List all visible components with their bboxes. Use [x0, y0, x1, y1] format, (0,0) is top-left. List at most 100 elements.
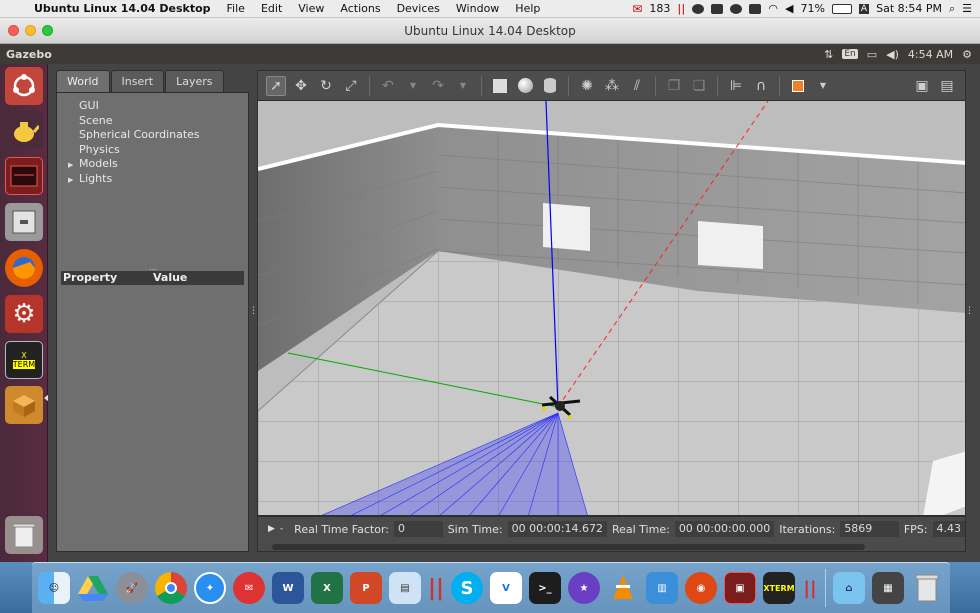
gazebo-teapot-icon[interactable]: [5, 111, 43, 149]
scale-mode-icon[interactable]: ⤢: [341, 76, 361, 96]
undo-dropdown-icon[interactable]: ▼: [403, 76, 423, 96]
google-drive-icon[interactable]: [77, 572, 109, 604]
horizontal-scrollbar[interactable]: [272, 544, 865, 550]
mail-icon[interactable]: ✉: [632, 2, 642, 16]
volume-icon[interactable]: ◀: [785, 2, 793, 15]
ubuntu-clock[interactable]: 4:54 AM: [908, 48, 953, 61]
vm-xterm-icon[interactable]: XTERM: [763, 572, 795, 604]
log-icon[interactable]: ▤: [937, 76, 957, 96]
menu-app-name[interactable]: Ubuntu Linux 14.04 Desktop: [26, 2, 219, 15]
network-icon[interactable]: ⇅: [824, 48, 833, 61]
menu-help[interactable]: Help: [507, 2, 548, 15]
directional-light-icon[interactable]: ⫽: [627, 76, 647, 96]
applications-folder-icon[interactable]: ⌂: [833, 572, 865, 604]
dash-home-icon[interactable]: [5, 67, 43, 105]
creative-cloud-icon[interactable]: [692, 3, 705, 14]
spot-light-icon[interactable]: ⁂: [602, 76, 622, 96]
virtualbox-box-icon[interactable]: [5, 386, 43, 424]
menu-actions[interactable]: Actions: [332, 2, 388, 15]
mail-app-icon[interactable]: ✉: [233, 572, 265, 604]
menu-window[interactable]: Window: [448, 2, 507, 15]
finder-icon[interactable]: ☺: [38, 572, 70, 604]
wifi-icon[interactable]: ◠: [768, 2, 778, 15]
cylinder-shape-icon[interactable]: [540, 76, 560, 96]
tree-item-lights[interactable]: Lights: [68, 172, 248, 187]
time-machine-icon[interactable]: [730, 3, 743, 14]
battery-icon-ubuntu[interactable]: ▭: [867, 48, 877, 61]
view-angle-dropdown-icon[interactable]: ▼: [813, 76, 833, 96]
tab-layers[interactable]: Layers: [165, 70, 224, 92]
undo-icon[interactable]: ↶: [378, 76, 398, 96]
battery-percent[interactable]: 71%: [800, 2, 824, 15]
copy-icon[interactable]: ❐: [664, 76, 684, 96]
menu-devices[interactable]: Devices: [389, 2, 448, 15]
tree-item-physics[interactable]: Physics: [79, 143, 248, 158]
file-cabinet-icon[interactable]: [5, 203, 43, 241]
vnc-viewer-icon[interactable]: V: [490, 572, 522, 604]
system-settings-icon[interactable]: ⚙: [5, 295, 43, 333]
zoom-button[interactable]: [42, 25, 53, 36]
chrome-icon[interactable]: [155, 572, 187, 604]
menu-view[interactable]: View: [290, 2, 332, 15]
clock[interactable]: Sat 8:54 PM: [876, 2, 942, 15]
vlc-icon[interactable]: [607, 572, 639, 604]
ubuntu-vm-icon[interactable]: ◉: [685, 572, 717, 604]
spotlight-icon[interactable]: ⌕: [949, 2, 955, 16]
redo-dropdown-icon[interactable]: ▼: [453, 76, 473, 96]
powerpoint-icon[interactable]: P: [350, 572, 382, 604]
vpn-icon[interactable]: [749, 3, 762, 14]
translate-mode-icon[interactable]: ✥: [291, 76, 311, 96]
align-icon[interactable]: ⊫: [726, 76, 746, 96]
skype-icon[interactable]: S: [451, 572, 483, 604]
trash-icon[interactable]: [5, 516, 43, 554]
trash-dock-icon[interactable]: [911, 572, 943, 604]
excel-icon[interactable]: X: [311, 572, 343, 604]
input-source-icon[interactable]: A: [858, 3, 870, 14]
step-icon[interactable]: -: [280, 524, 283, 534]
safari-icon[interactable]: ✦: [194, 572, 226, 604]
rotate-mode-icon[interactable]: ↻: [316, 76, 336, 96]
parallels-dock-icon[interactable]: ||: [428, 572, 444, 604]
view-angle-icon[interactable]: [788, 76, 808, 96]
point-light-icon[interactable]: ✺: [577, 76, 597, 96]
parallels-dock-icon-2[interactable]: ||: [802, 572, 818, 604]
tab-insert[interactable]: Insert: [110, 70, 165, 92]
battery-icon[interactable]: [831, 3, 852, 14]
value-column-header[interactable]: Value: [151, 271, 187, 285]
select-mode-icon[interactable]: ➚: [266, 75, 286, 96]
tree-item-models[interactable]: Models: [68, 157, 248, 172]
sphere-shape-icon[interactable]: [515, 76, 535, 96]
parallels-icon[interactable]: ||: [677, 2, 685, 15]
3d-viewport[interactable]: [257, 100, 966, 516]
imovie-icon[interactable]: ★: [568, 572, 600, 604]
property-column-header[interactable]: Property: [61, 271, 151, 285]
paste-icon[interactable]: ❏: [689, 76, 709, 96]
sound-icon[interactable]: ◀): [886, 48, 899, 61]
right-splitter-handle[interactable]: ⋮: [965, 306, 974, 316]
tree-item-gui[interactable]: GUI: [79, 99, 248, 114]
xterm-icon[interactable]: X TERM: [5, 341, 43, 379]
launchpad-icon[interactable]: 🚀: [116, 572, 148, 604]
tab-world[interactable]: World: [56, 70, 110, 92]
word-icon[interactable]: W: [272, 572, 304, 604]
keyboard-layout[interactable]: En: [842, 49, 858, 59]
box-shape-icon[interactable]: [490, 76, 510, 96]
notification-center-icon[interactable]: ☰: [962, 2, 972, 15]
redo-icon[interactable]: ↷: [428, 76, 448, 96]
minimize-button[interactable]: [25, 25, 36, 36]
terminal-icon[interactable]: >_: [529, 572, 561, 604]
downloads-stack-icon[interactable]: ▦: [872, 572, 904, 604]
preview-icon[interactable]: ▤: [389, 572, 421, 604]
vm-terminal-icon[interactable]: ▣: [724, 572, 756, 604]
close-button[interactable]: [8, 25, 19, 36]
menu-edit[interactable]: Edit: [253, 2, 290, 15]
play-pause-icon[interactable]: ▶: [268, 524, 275, 534]
firefox-icon[interactable]: [5, 249, 43, 287]
snap-icon[interactable]: ∩: [751, 76, 771, 96]
keynote-icon[interactable]: ▥: [646, 572, 678, 604]
tree-item-scene[interactable]: Scene: [79, 114, 248, 129]
menu-file[interactable]: File: [219, 2, 253, 15]
tree-item-spherical-coordinates[interactable]: Spherical Coordinates: [79, 128, 248, 143]
screenshot-camera-icon[interactable]: ▣: [912, 76, 932, 96]
session-gear-icon[interactable]: ⚙: [962, 48, 972, 61]
